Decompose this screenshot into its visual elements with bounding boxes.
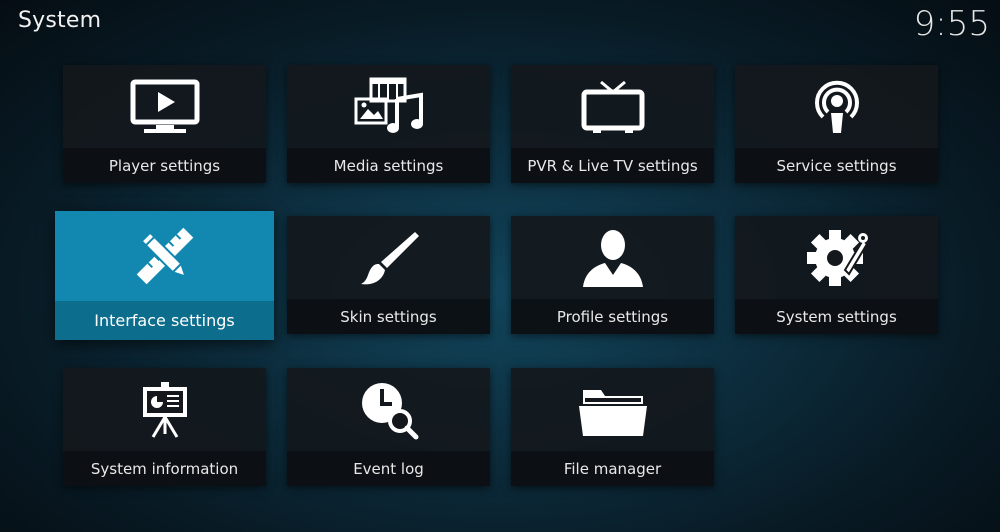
tv-icon [511, 65, 714, 148]
folder-icon [511, 368, 714, 451]
pencil-ruler-icon [55, 211, 274, 301]
paintbrush-icon [287, 216, 490, 299]
user-icon [511, 216, 714, 299]
broadcast-icon [735, 65, 938, 148]
tile-label: PVR & Live TV settings [511, 148, 714, 183]
tile-interface-settings[interactable]: Interface settings [55, 211, 274, 340]
gear-wrench-icon [735, 216, 938, 299]
tile-system-information[interactable]: System information [63, 368, 266, 486]
page-title: System [18, 8, 102, 33]
tile-skin-settings[interactable]: Skin settings [287, 216, 490, 334]
tile-label: Profile settings [511, 299, 714, 334]
tile-player-settings[interactable]: Player settings [63, 65, 266, 183]
presentation-icon [63, 368, 266, 451]
tile-label: Interface settings [55, 301, 274, 340]
monitor-play-icon [63, 65, 266, 148]
media-icon [287, 65, 490, 148]
tile-file-manager[interactable]: File manager [511, 368, 714, 486]
tile-system-settings[interactable]: System settings [735, 216, 938, 334]
tile-label: Event log [287, 451, 490, 486]
tile-profile-settings[interactable]: Profile settings [511, 216, 714, 334]
clock-search-icon [287, 368, 490, 451]
tile-label: File manager [511, 451, 714, 486]
tile-label: System settings [735, 299, 938, 334]
tile-service-settings[interactable]: Service settings [735, 65, 938, 183]
tile-label: Media settings [287, 148, 490, 183]
tile-event-log[interactable]: Event log [287, 368, 490, 486]
tile-pvr-live-tv-settings[interactable]: PVR & Live TV settings [511, 65, 714, 183]
tile-media-settings[interactable]: Media settings [287, 65, 490, 183]
tile-label: Player settings [63, 148, 266, 183]
clock: 9:55 [913, 4, 990, 44]
tile-label: Service settings [735, 148, 938, 183]
tile-label: System information [63, 451, 266, 486]
tile-label: Skin settings [287, 299, 490, 334]
